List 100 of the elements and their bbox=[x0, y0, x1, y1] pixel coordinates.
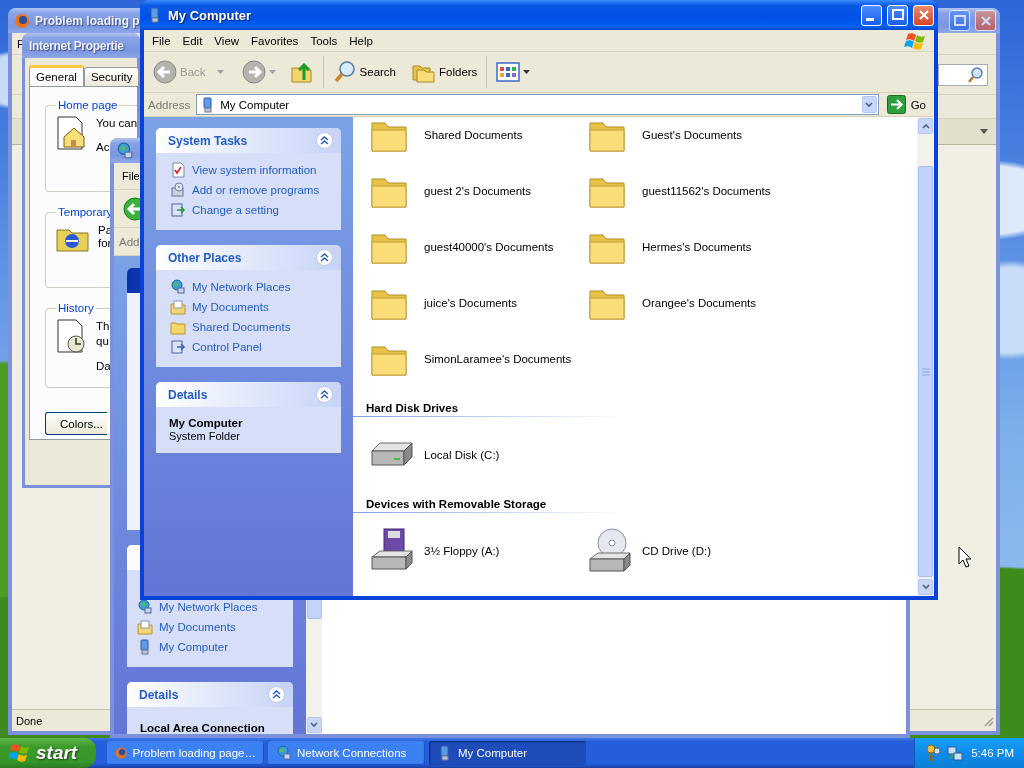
collapse-button[interactable] bbox=[316, 249, 333, 266]
text-line: Th bbox=[96, 320, 110, 333]
item-name: Hermes's Documents bbox=[642, 241, 752, 253]
tab[interactable]: General bbox=[29, 65, 84, 86]
minimize-button[interactable] bbox=[861, 4, 882, 26]
group-label: Home page bbox=[57, 99, 119, 111]
item-name: SimonLaramee's Documents bbox=[424, 353, 572, 365]
folder-icon bbox=[170, 319, 186, 335]
menu-item[interactable]: Help bbox=[343, 34, 379, 47]
item-name: guest11562's Documents bbox=[642, 185, 771, 197]
maximize-button[interactable] bbox=[887, 4, 908, 26]
taskbar-button[interactable]: Problem loading page… bbox=[107, 741, 264, 765]
minimize-icon bbox=[866, 18, 874, 21]
maximize-icon bbox=[889, 7, 906, 23]
chevron-down-icon bbox=[310, 722, 318, 728]
menu-item[interactable]: File bbox=[116, 170, 141, 182]
chevron-down-icon bbox=[921, 584, 930, 590]
network-icon bbox=[137, 599, 153, 615]
panel-title: Other Places bbox=[168, 250, 242, 265]
text-line: Ac bbox=[96, 141, 110, 154]
folder-item[interactable]: SimonLaramee's Documents bbox=[368, 341, 586, 377]
drive-item[interactable]: CD Drive (D:) bbox=[586, 533, 804, 569]
clock: 5:46 PM bbox=[971, 747, 1014, 759]
collapse-button[interactable] bbox=[316, 386, 333, 403]
taskbar-button[interactable]: Network Connections bbox=[268, 741, 425, 765]
task-link[interactable]: Change a setting bbox=[170, 200, 333, 220]
detail-name: My Computer bbox=[169, 417, 244, 430]
close-button[interactable] bbox=[975, 10, 996, 31]
maximize-button[interactable] bbox=[949, 10, 970, 31]
task-link[interactable]: My Network Places bbox=[170, 277, 333, 297]
folders-button[interactable]: Folders bbox=[409, 54, 481, 90]
item-name: Guest's Documents bbox=[642, 129, 742, 141]
double-chevron-up-icon bbox=[320, 136, 329, 145]
double-chevron-up-icon bbox=[320, 253, 329, 262]
collapse-button[interactable] bbox=[316, 132, 333, 149]
panel-title: Details bbox=[168, 387, 208, 402]
double-chevron-up-icon bbox=[320, 390, 329, 399]
task-link[interactable]: My Documents bbox=[170, 297, 333, 317]
close-button[interactable] bbox=[913, 4, 934, 26]
scroll-down-button[interactable] bbox=[918, 579, 933, 595]
task-link[interactable]: View system information bbox=[170, 160, 333, 180]
folder-item[interactable]: guest40000's Documents bbox=[368, 229, 586, 265]
search-button[interactable]: Search bbox=[329, 54, 399, 90]
views-icon bbox=[496, 62, 521, 82]
caret-icon bbox=[268, 70, 276, 74]
menu-item[interactable]: Tools bbox=[304, 34, 344, 47]
scroll-up-button[interactable] bbox=[918, 118, 933, 134]
folder-item[interactable]: guest11562's Documents bbox=[586, 173, 804, 209]
history-icon bbox=[56, 318, 88, 354]
place-link[interactable]: My Computer bbox=[137, 637, 285, 657]
menu-item[interactable]: File bbox=[146, 34, 177, 47]
go-button[interactable]: Go bbox=[884, 94, 934, 115]
address-field[interactable]: My Computer bbox=[196, 94, 879, 115]
start-button[interactable]: start bbox=[0, 738, 96, 768]
mouse-pointer-icon bbox=[958, 546, 972, 568]
place-link[interactable]: My Network Places bbox=[137, 597, 285, 617]
drive-item[interactable]: 3½ Floppy (A:) bbox=[368, 533, 586, 569]
task-link[interactable]: Shared Documents bbox=[170, 317, 333, 337]
address-label: Address bbox=[148, 98, 191, 111]
text-line: Da bbox=[96, 360, 111, 373]
search-icon bbox=[332, 60, 357, 84]
scroll-thumb[interactable] bbox=[918, 166, 933, 577]
cd-drive-icon bbox=[586, 527, 634, 575]
task-link[interactable]: Add or remove programs bbox=[170, 180, 333, 200]
browser-icon bbox=[14, 12, 30, 29]
folder-item[interactable]: Orangee's Documents bbox=[586, 285, 804, 321]
window-title: Internet Propertie bbox=[29, 38, 124, 53]
folder-item[interactable]: Hermes's Documents bbox=[586, 229, 804, 265]
network-icon bbox=[946, 744, 964, 762]
network-icon bbox=[276, 745, 292, 761]
section-heading: Hard Disk Drives bbox=[366, 402, 460, 416]
collapse-button[interactable] bbox=[268, 686, 285, 703]
settings-icon bbox=[170, 202, 186, 218]
place-link[interactable]: My Documents bbox=[137, 617, 285, 637]
resize-grip-icon bbox=[982, 714, 994, 727]
folder-item[interactable]: Guest's Documents bbox=[586, 117, 804, 153]
documents-icon bbox=[170, 299, 186, 315]
maximize-icon bbox=[951, 12, 968, 29]
taskbar-button[interactable]: My Computer bbox=[429, 741, 586, 765]
chevron-down-icon bbox=[865, 101, 874, 108]
folder-item[interactable]: guest 2's Documents bbox=[368, 173, 586, 209]
search-field[interactable] bbox=[938, 63, 988, 86]
menu-item[interactable]: Favorites bbox=[245, 34, 305, 47]
folder-item[interactable]: Shared Documents bbox=[368, 117, 586, 153]
menu-item[interactable]: View bbox=[208, 34, 246, 47]
scroll-down-button[interactable] bbox=[306, 717, 322, 733]
double-chevron-up-icon bbox=[272, 690, 281, 699]
task-link[interactable]: Control Panel bbox=[170, 337, 333, 357]
colors-button[interactable]: Colors... bbox=[45, 412, 107, 435]
window-title: My Computer bbox=[168, 7, 252, 23]
folder-up-icon bbox=[289, 60, 314, 84]
address-label: Add bbox=[119, 235, 140, 248]
drive-item[interactable]: Local Disk (C:) bbox=[368, 437, 586, 473]
tab[interactable]: Security bbox=[83, 67, 140, 86]
windows-logo-icon bbox=[9, 743, 31, 763]
back-icon bbox=[153, 60, 177, 84]
folder-item[interactable]: juice's Documents bbox=[368, 285, 586, 321]
item-name: Local Disk (C:) bbox=[424, 449, 500, 461]
menu-item[interactable]: Edit bbox=[176, 34, 209, 47]
checked-document-icon bbox=[170, 162, 186, 178]
